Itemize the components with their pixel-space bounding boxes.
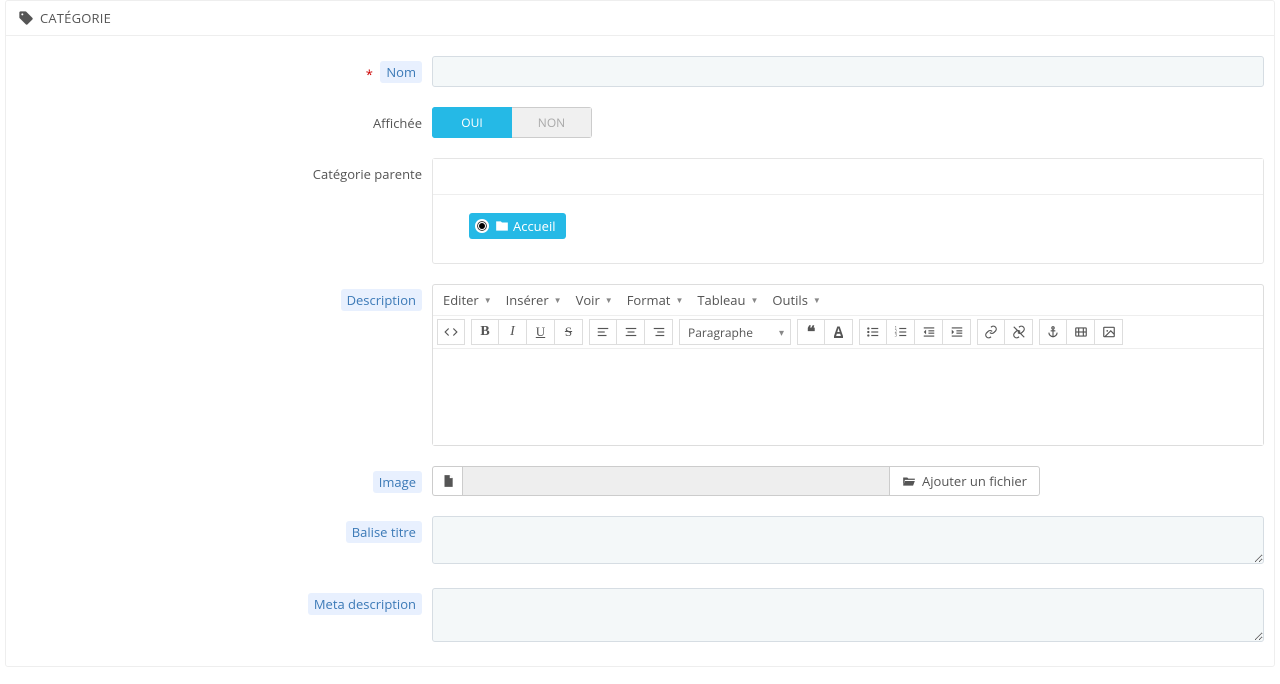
label-title-tag: Balise titre [16,516,432,568]
label-meta-description-text: Meta description [308,593,422,615]
label-description: Description [16,284,432,446]
unlink-button[interactable] [1005,319,1033,345]
row-parent-category: Catégorie parente Accueil [16,158,1264,264]
label-image: Image [16,466,432,496]
underline-button[interactable]: U [527,319,555,345]
svg-text:3: 3 [894,334,897,339]
menu-edit[interactable]: Editer▼ [443,291,492,309]
radio-selected-icon [475,219,489,233]
label-image-text: Image [373,471,422,493]
required-asterisk: * [366,65,373,83]
panel-title: CATÉGORIE [40,9,111,27]
media-button[interactable] [1067,319,1095,345]
category-tree: Accueil [432,158,1264,264]
tag-icon [18,10,34,26]
anchor-button[interactable] [1039,319,1067,345]
row-title-tag: Balise titre [16,516,1264,568]
folder-open-icon [902,474,916,488]
numbered-list-button[interactable]: 123 [887,319,915,345]
block-format-select[interactable]: Paragraphe [679,319,791,345]
file-upload: Ajouter un fichier [432,466,1040,496]
align-center-button[interactable] [617,319,645,345]
align-left-button[interactable] [589,319,617,345]
strikethrough-button[interactable]: S [555,319,583,345]
row-image: Image Ajouter un fichier [16,466,1264,496]
menu-insert[interactable]: Insérer▼ [506,291,562,309]
label-name: * Nom [16,56,432,87]
label-description-text: Description [341,289,422,311]
link-button[interactable] [977,319,1005,345]
image-button[interactable] [1095,319,1123,345]
panel-body: * Nom Affichée OUI NON Catégorie parente [6,36,1274,666]
source-code-button[interactable] [437,319,465,345]
name-input[interactable] [432,56,1264,87]
menu-tools[interactable]: Outils▼ [772,291,820,309]
editor-menubar: Editer▼ Insérer▼ Voir▼ Format▼ Tableau▼ … [433,285,1263,316]
row-description: Description Editer▼ Insérer▼ Voir▼ Forma… [16,284,1264,446]
category-tree-body: Accueil [433,195,1263,263]
folder-icon [495,219,509,233]
label-displayed: Affichée [16,107,432,138]
row-meta-description: Meta description [16,588,1264,646]
editor-content-area[interactable] [433,349,1263,445]
add-file-label: Ajouter un fichier [922,472,1027,490]
label-name-text: Nom [380,61,422,83]
file-icon [432,466,462,496]
text-color-button[interactable]: A [825,319,853,345]
outdent-button[interactable] [915,319,943,345]
label-meta-description: Meta description [16,588,432,646]
bold-button[interactable]: B [471,319,499,345]
indent-button[interactable] [943,319,971,345]
menu-table[interactable]: Tableau▼ [697,291,758,309]
label-parent-category: Catégorie parente [16,158,432,264]
menu-format[interactable]: Format▼ [627,291,684,309]
blockquote-button[interactable]: ❝ [797,319,825,345]
tree-node-root[interactable]: Accueil [469,213,566,239]
category-panel: CATÉGORIE * Nom Affichée OUI NON [5,0,1275,667]
row-displayed: Affichée OUI NON [16,107,1264,138]
menu-view[interactable]: Voir▼ [576,291,613,309]
italic-button[interactable]: I [499,319,527,345]
toggle-no[interactable]: NON [512,107,592,138]
label-title-tag-text: Balise titre [346,521,422,543]
displayed-toggle[interactable]: OUI NON [432,107,592,138]
panel-header: CATÉGORIE [6,1,1274,36]
bullet-list-button[interactable] [859,319,887,345]
tree-node-label: Accueil [513,217,556,235]
toggle-yes[interactable]: OUI [432,107,512,138]
rich-text-editor: Editer▼ Insérer▼ Voir▼ Format▼ Tableau▼ … [432,284,1264,446]
row-name: * Nom [16,56,1264,87]
align-right-button[interactable] [645,319,673,345]
add-file-button[interactable]: Ajouter un fichier [889,466,1040,496]
editor-toolbar: B I U S Paragraphe [433,316,1263,349]
category-tree-search[interactable] [433,159,1263,195]
meta-description-input[interactable] [432,588,1264,642]
file-path-display [462,466,889,496]
title-tag-input[interactable] [432,516,1264,564]
